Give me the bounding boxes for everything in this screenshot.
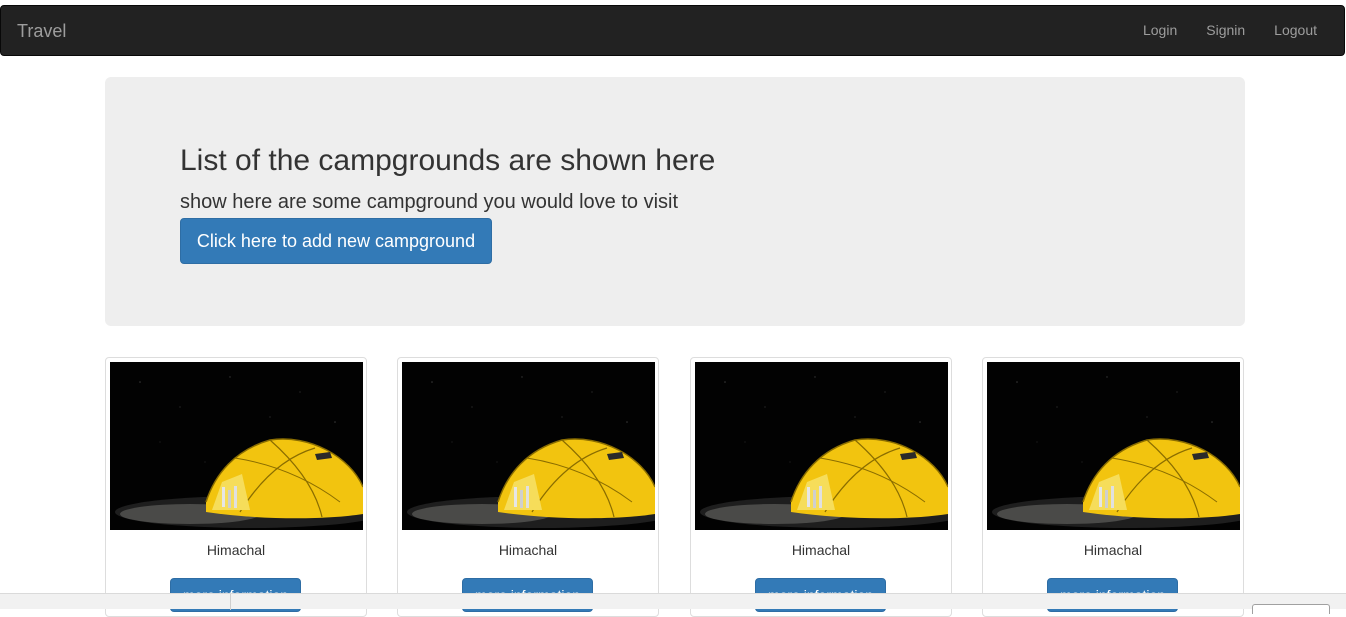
campground-name: Himachal xyxy=(206,542,266,558)
campground-image xyxy=(110,362,363,530)
logout-link[interactable]: Logout xyxy=(1259,6,1344,55)
campground-card: Himachal more information xyxy=(105,357,367,617)
top-navbar: Travel Login Signin Logout xyxy=(0,5,1345,56)
login-link[interactable]: Login xyxy=(1128,6,1191,55)
campground-image xyxy=(987,362,1240,530)
show-all-button[interactable] xyxy=(1252,604,1330,614)
campground-image xyxy=(695,362,948,530)
campground-name: Himachal xyxy=(498,542,558,558)
nav-links: Login Signin Logout xyxy=(1128,6,1344,55)
campground-card: Himachal more information xyxy=(397,357,659,617)
add-campground-button[interactable]: Click here to add new campground xyxy=(180,218,492,264)
divider xyxy=(230,594,231,610)
campground-card: Himachal more information xyxy=(690,357,952,617)
jumbotron: List of the campgrounds are shown here s… xyxy=(105,77,1245,326)
campground-name: Himachal xyxy=(791,542,851,558)
download-bar xyxy=(0,593,1346,614)
campground-image xyxy=(402,362,655,530)
campground-card: Himachal more information xyxy=(982,357,1244,617)
brand-link[interactable]: Travel xyxy=(17,21,66,41)
page-title: List of the campgrounds are shown here xyxy=(180,144,716,177)
page-subtitle: show here are some campground you would … xyxy=(180,191,679,213)
campground-name: Himachal xyxy=(1083,542,1143,558)
signin-link[interactable]: Signin xyxy=(1191,6,1259,55)
